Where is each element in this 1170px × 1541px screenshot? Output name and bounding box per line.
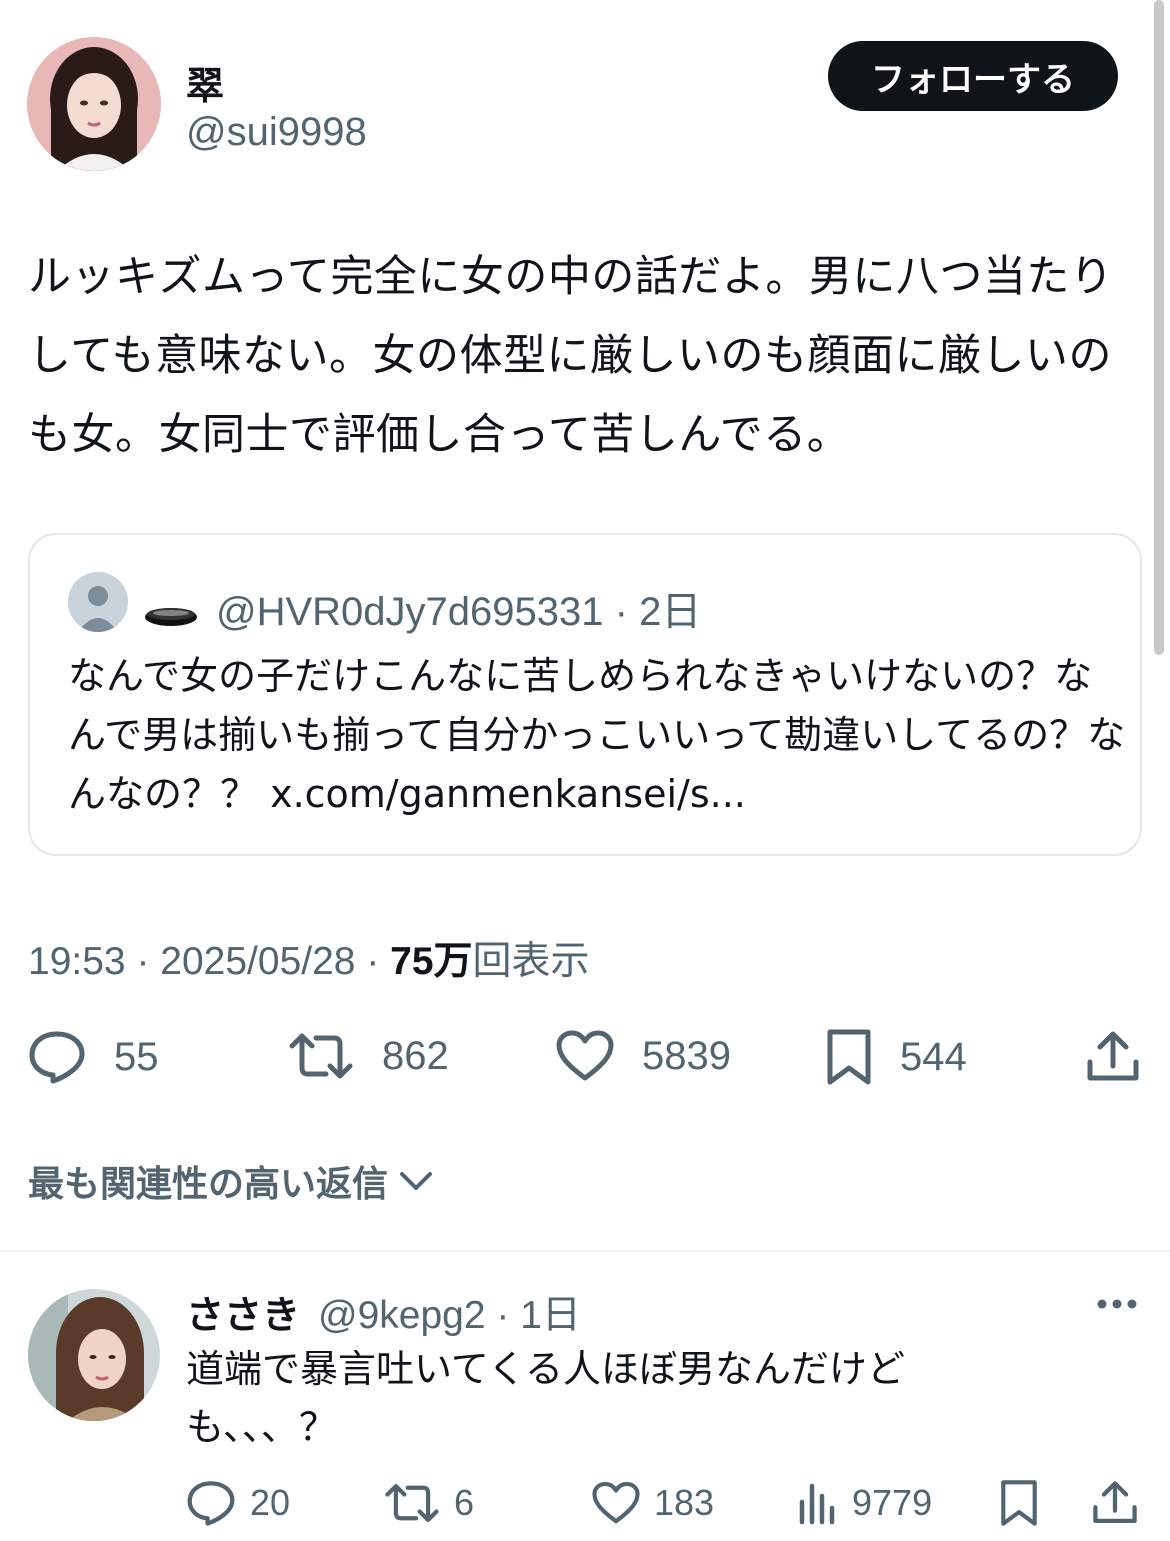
reply-like-count: 183 — [654, 1482, 715, 1523]
retweet-icon — [385, 1483, 439, 1523]
reply-retweet-count: 6 — [454, 1482, 475, 1523]
retweet-button[interactable]: 862 — [288, 1030, 449, 1082]
reply-retweet-button[interactable]: 6 — [384, 1481, 474, 1525]
author-name[interactable]: 翠 — [186, 55, 224, 110]
reply-author-name[interactable]: ささき — [186, 1284, 300, 1339]
reply-author-avatar[interactable] — [28, 1289, 160, 1421]
bookmark-count: 544 — [900, 1034, 967, 1079]
share-icon — [1087, 1031, 1139, 1081]
quoted-tweet-time: 2日 — [639, 590, 702, 634]
reply-button[interactable]: 55 — [28, 1030, 159, 1084]
author-handle[interactable]: @sui9998 — [186, 110, 367, 155]
like-count: 5839 — [642, 1033, 731, 1078]
chevron-down-icon — [400, 1172, 433, 1190]
bookmark-button[interactable]: 544 — [826, 1028, 967, 1086]
reply-time: 1日 — [520, 1294, 581, 1337]
heart-icon — [592, 1481, 640, 1524]
follow-button[interactable]: フォローする — [828, 41, 1118, 111]
retweet-icon — [289, 1033, 353, 1079]
tweet-time[interactable]: 19:53 — [28, 940, 126, 983]
reply-sort-dropdown[interactable]: 最も関連性の高い返信 — [28, 1155, 434, 1207]
reply-author-handle[interactable]: @9kepg2 — [318, 1294, 486, 1337]
quoted-tweet-text: なんで女の子だけこんなに苦しめられなきゃいけないの？なんで男は揃いも揃って自分か… — [68, 654, 1126, 816]
reply-reply-button[interactable]: 20 — [186, 1480, 290, 1526]
quoted-author-avatar[interactable] — [68, 572, 128, 632]
views-label: 回表示 — [472, 940, 590, 983]
reply-count: 55 — [114, 1034, 159, 1079]
divider — [0, 1250, 1170, 1252]
like-button[interactable]: 5839 — [556, 1030, 731, 1082]
retweet-count: 862 — [382, 1033, 449, 1078]
scrollbar[interactable] — [1154, 0, 1164, 655]
quoted-author-handle[interactable]: @HVR0dJy7d695331 — [216, 590, 604, 634]
reply-text: 道端で暴言吐いてくる人ほぼ男なんだけども、、、？ — [186, 1347, 905, 1449]
views-icon — [799, 1483, 835, 1525]
hole-emoji-icon — [143, 595, 199, 631]
reply-views-button[interactable]: 9779 — [798, 1480, 932, 1526]
quoted-tweet-meta: @HVR0dJy7d695331 · 2日 — [216, 590, 702, 634]
more-icon[interactable] — [1096, 1295, 1138, 1314]
reply-reply-count: 20 — [250, 1482, 291, 1523]
tweet-date[interactable]: 2025/05/28 — [160, 940, 355, 983]
reply-header: ささき @9kepg2 · 1日 — [186, 1284, 581, 1340]
share-icon — [1093, 1481, 1137, 1524]
tweet-text: ルッキズムって完全に女の中の話だよ。男に八つ当たりしても意味ない。女の体型に厳し… — [28, 252, 1114, 460]
tweet-timestamp: 19:53 · 2025/05/28 · 75万回表示 — [28, 940, 590, 983]
author-avatar[interactable] — [27, 37, 161, 171]
reply-share-button[interactable] — [1092, 1480, 1138, 1526]
heart-icon — [556, 1030, 614, 1081]
reply-like-button[interactable]: 183 — [592, 1481, 714, 1525]
bookmark-icon — [1001, 1480, 1037, 1526]
reply-icon — [187, 1481, 235, 1526]
quoted-tweet-card[interactable]: @HVR0dJy7d695331 · 2日 なんで女の子だけこんなに苦しめられな… — [28, 533, 1142, 856]
reply-bookmark-button[interactable] — [1000, 1479, 1038, 1527]
bookmark-icon — [827, 1029, 871, 1085]
views-count: 75万 — [390, 940, 473, 983]
reply-sort-label: 最も関連性の高い返信 — [28, 1164, 389, 1205]
reply-icon — [29, 1031, 85, 1084]
share-button[interactable] — [1086, 1030, 1140, 1084]
reply-meta: @9kepg2 · 1日 — [318, 1294, 581, 1337]
reply-views-count: 9779 — [852, 1482, 933, 1523]
